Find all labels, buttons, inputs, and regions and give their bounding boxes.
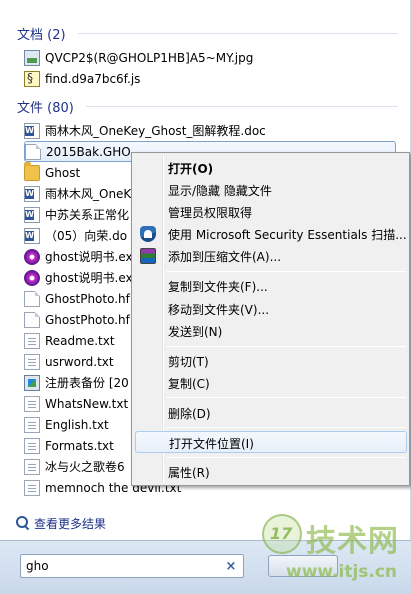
image-file-icon (24, 49, 40, 66)
menu-item-take-ownership[interactable]: 管理员权限取得 (135, 201, 407, 223)
menu-separator (166, 397, 406, 398)
result-label: 冰与火之歌卷6 (45, 460, 125, 474)
menu-item-label: 添加到压缩文件(A)... (168, 250, 282, 264)
result-label: QVCP2$(R@GHOLP1HB]A5~MY.jpg (45, 50, 254, 65)
result-label: ghost说明书.ex (45, 250, 133, 264)
word-document-icon (24, 185, 40, 202)
files-group-header[interactable]: 文件 (80) (17, 97, 74, 116)
result-label: 中苏关系正常化 (45, 208, 130, 222)
result-label: Formats.txt (45, 438, 114, 453)
menu-item-label: 移动到文件夹(V)... (168, 303, 270, 317)
watermark-title: 技术网 (306, 524, 399, 559)
word-document-icon (24, 206, 40, 223)
result-label: （05）向荣.do (45, 229, 128, 243)
blank-file-icon (24, 311, 40, 328)
menu-item-label: 剪切(T) (168, 355, 209, 369)
menu-item-label: 打开文件位置(I) (169, 437, 254, 451)
menu-item-label: 使用 Microsoft Security Essentials 扫描... (168, 228, 407, 242)
script-file-icon (24, 70, 40, 87)
search-input[interactable] (26, 559, 222, 573)
menu-separator (166, 271, 406, 272)
menu-item-mse-scan[interactable]: 使用 Microsoft Security Essentials 扫描... (135, 223, 407, 245)
word-document-icon (24, 122, 40, 139)
search-result-item[interactable]: 雨林木风_OneKey_Ghost_图解教程.doc (24, 120, 399, 141)
menu-item-properties[interactable]: 属性(R) (135, 461, 407, 483)
search-box[interactable]: × (20, 554, 244, 578)
mse-shield-icon (140, 226, 156, 242)
text-file-icon (24, 479, 40, 496)
menu-item-cut[interactable]: 剪切(T) (135, 350, 407, 372)
search-result-item[interactable]: QVCP2$(R@GHOLP1HB]A5~MY.jpg (24, 47, 399, 68)
menu-separator (166, 427, 406, 428)
registry-file-icon (24, 374, 40, 391)
text-file-icon (24, 437, 40, 454)
text-file-icon (24, 458, 40, 475)
docs-group-divider (78, 33, 398, 34)
result-label: Readme.txt (45, 333, 115, 348)
menu-item-label: 属性(R) (168, 466, 210, 480)
blank-file-icon (25, 143, 41, 160)
watermark-logo: 17 (262, 514, 302, 554)
watermark-logo-text: 17 (270, 524, 293, 543)
menu-item-label: 显示/隐藏 隐藏文件 (168, 184, 272, 198)
blank-file-icon (24, 290, 40, 307)
context-menu: 打开(O) 显示/隐藏 隐藏文件 管理员权限取得 使用 Microsoft Se… (131, 152, 410, 486)
watermark-url: www.itjs.cn (286, 562, 398, 582)
result-label: WhatsNew.txt (45, 396, 129, 411)
docs-group-header[interactable]: 文档 (2) (17, 24, 66, 43)
result-label: 雨林木风_OneKey_Ghost_图解教程.doc (45, 124, 266, 138)
site-watermark: 17 技术网 www.itjs.cn (262, 514, 407, 590)
result-label: GhostPhoto.hf (45, 291, 130, 306)
result-label: 2015Bak.GHO (46, 144, 131, 159)
result-label: 注册表备份 [20 (45, 376, 129, 390)
menu-item-label: 删除(D) (168, 407, 211, 421)
menu-item-copy-to-folder[interactable]: 复制到文件夹(F)... (135, 275, 407, 297)
result-label: GhostPhoto.hf (45, 312, 130, 327)
chm-help-icon (24, 269, 40, 286)
search-icon (16, 516, 30, 530)
files-group-divider (86, 106, 398, 107)
menu-item-label: 复制(C) (168, 377, 210, 391)
search-result-item[interactable]: find.d9a7bc6f.js (24, 68, 399, 89)
menu-item-copy[interactable]: 复制(C) (135, 372, 407, 394)
menu-item-add-to-archive[interactable]: 添加到压缩文件(A)... (135, 245, 407, 267)
see-more-results-link[interactable]: 查看更多结果 (16, 514, 106, 532)
menu-item-open-file-location[interactable]: 打开文件位置(I) (135, 431, 407, 453)
menu-separator (166, 457, 406, 458)
result-label: usrword.txt (45, 354, 114, 369)
menu-item-move-to-folder[interactable]: 移动到文件夹(V)... (135, 298, 407, 320)
result-label: find.d9a7bc6f.js (45, 71, 141, 86)
see-more-label: 查看更多结果 (34, 516, 107, 531)
menu-item-label: 打开(O) (168, 162, 214, 176)
folder-icon (24, 162, 40, 181)
menu-item-toggle-hidden[interactable]: 显示/隐藏 隐藏文件 (135, 179, 407, 201)
result-label: ghost说明书.ex (45, 271, 133, 285)
menu-item-open[interactable]: 打开(O) (135, 157, 407, 179)
text-file-icon (24, 395, 40, 412)
menu-item-delete[interactable]: 删除(D) (135, 402, 407, 424)
chm-help-icon (24, 248, 40, 265)
result-label: 雨林木风_OneK (45, 187, 132, 201)
result-label: English.txt (45, 417, 109, 432)
winrar-archive-icon (140, 248, 156, 264)
menu-item-send-to[interactable]: 发送到(N) (135, 320, 407, 342)
text-file-icon (24, 353, 40, 370)
menu-separator (166, 346, 406, 347)
menu-item-label: 复制到文件夹(F)... (168, 280, 268, 294)
result-label: Ghost (45, 165, 81, 180)
word-document-icon (24, 227, 40, 244)
clear-search-icon[interactable]: × (222, 559, 240, 574)
menu-item-label: 管理员权限取得 (168, 206, 253, 220)
text-file-icon (24, 332, 40, 349)
text-file-icon (24, 416, 40, 433)
menu-item-label: 发送到(N) (168, 325, 223, 339)
